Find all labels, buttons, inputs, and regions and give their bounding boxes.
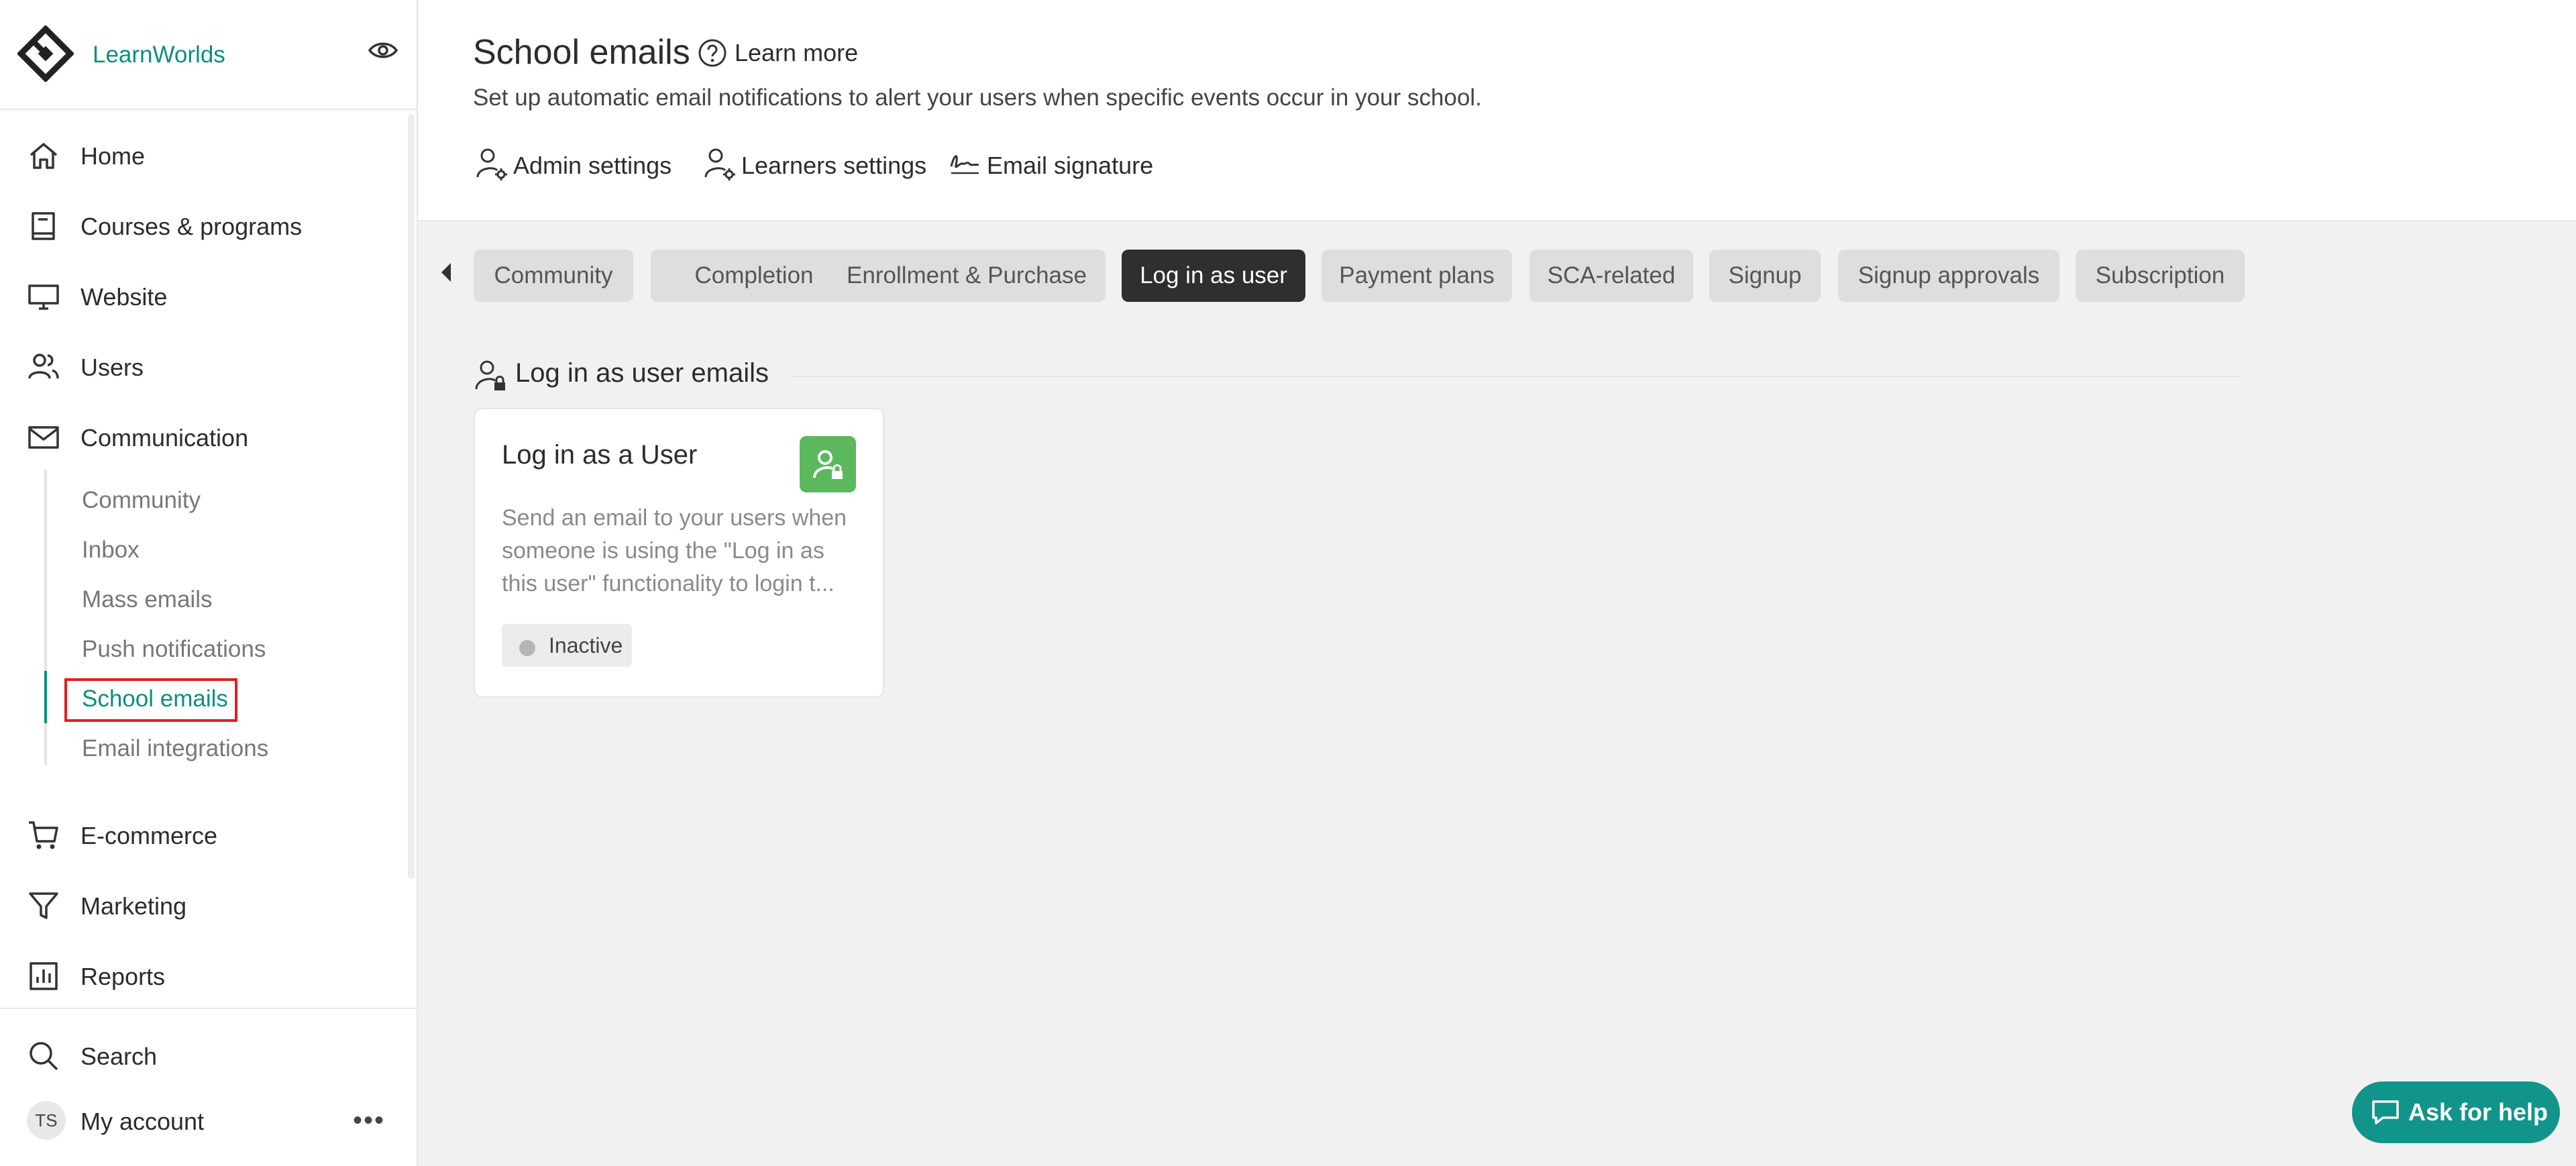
sidebar-my-account[interactable]: My account: [27, 1096, 342, 1143]
section-header: Log in as user emails: [474, 356, 2242, 396]
selection-highlight-box: [64, 678, 237, 722]
status-label: Inactive: [549, 633, 623, 657]
subnav-item-push-notifications[interactable]: Push notifications: [82, 636, 266, 663]
sidebar-item-marketing[interactable]: Marketing: [27, 881, 402, 928]
section-divider: [790, 376, 2242, 377]
subnav-item-email-integrations[interactable]: Email integrations: [82, 735, 268, 762]
tab-community[interactable]: Community: [474, 250, 633, 302]
funnel-icon: [29, 892, 58, 919]
sidebar-item-reports[interactable]: Reports: [27, 951, 402, 998]
page-header: School emails Learn more Set up automati…: [418, 0, 2576, 221]
learners-settings-link[interactable]: Learners settings: [704, 146, 927, 184]
sidebar-item-label: E-commerce: [80, 822, 218, 849]
sidebar-item-label: Marketing: [80, 892, 187, 920]
page-title: School emails: [473, 33, 690, 72]
learnworlds-logo-icon: [17, 25, 74, 82]
sidebar-item-courses[interactable]: Courses & programs: [27, 201, 402, 248]
sidebar-item-label: Communication: [80, 424, 249, 452]
sidebar-item-home[interactable]: Home: [27, 131, 402, 178]
sidebar-item-users[interactable]: Users: [27, 342, 402, 389]
subnav-item-inbox[interactable]: Inbox: [82, 537, 140, 564]
tab-payment-plans[interactable]: Payment plans: [1322, 250, 1512, 302]
sidebar-item-label: My account: [80, 1108, 205, 1135]
user-lock-icon: [475, 360, 505, 390]
chart-icon: [30, 962, 58, 990]
status-badge: Inactive: [502, 624, 632, 667]
card-description: Send an email to your users when someone…: [502, 505, 847, 596]
subnav-item-mass-emails[interactable]: Mass emails: [82, 586, 212, 613]
subnav-item-community[interactable]: Community: [82, 487, 201, 514]
tabs-scroll-left-icon[interactable]: [441, 263, 451, 282]
learners-settings-label: Learners settings: [741, 152, 927, 179]
subnav-active-indicator: [44, 671, 47, 723]
sidebar-item-website[interactable]: Website: [27, 272, 402, 319]
tab-subscription[interactable]: Subscription: [2076, 250, 2245, 302]
admin-settings-link[interactable]: Admin settings: [476, 146, 677, 184]
tab-signup[interactable]: Signup: [1709, 250, 1821, 302]
more-options-icon[interactable]: •••: [353, 1106, 385, 1136]
tab-signup-approvals[interactable]: Signup approvals: [1838, 250, 2059, 302]
card-title: Log in as a User: [502, 440, 698, 470]
learn-more-label: Learn more: [735, 39, 859, 66]
users-icon: [28, 354, 59, 379]
tab-sca-related[interactable]: SCA-related: [1529, 250, 1693, 302]
brand-name: LearnWorlds: [93, 42, 225, 68]
page-subtitle: Set up automatic email notifications to …: [473, 85, 1482, 111]
help-circle-icon: [698, 39, 727, 67]
email-card-log-in-as-user[interactable]: Log in as a User Send an email to your u…: [474, 408, 884, 698]
sidebar-item-ecommerce[interactable]: E-commerce: [27, 810, 402, 857]
ask-for-help-button[interactable]: Ask for help: [2352, 1081, 2560, 1143]
section-title: Log in as user emails: [515, 358, 769, 388]
sidebar-item-label: Home: [80, 142, 146, 170]
sidebar-item-label: Search: [80, 1043, 158, 1070]
ask-for-help-label: Ask for help: [2408, 1098, 2548, 1126]
learn-more-link[interactable]: Learn more: [697, 35, 898, 68]
tab-enrollment-purchase[interactable]: Enrollment & Purchase: [828, 250, 1106, 302]
book-icon: [32, 212, 55, 240]
email-signature-link[interactable]: Email signature: [949, 146, 1164, 184]
sidebar-item-label: Users: [80, 354, 144, 381]
monitor-icon: [28, 284, 59, 310]
sidebar-scrollbar[interactable]: [408, 114, 415, 879]
divider: [0, 1008, 417, 1009]
divider: [0, 109, 417, 110]
email-signature-label: Email signature: [987, 152, 1154, 179]
sidebar-search[interactable]: Search: [27, 1031, 402, 1078]
sidebar: LearnWorlds Home Courses & programs Webs…: [0, 0, 418, 1166]
signature-icon: [950, 155, 979, 174]
user-lock-icon: [813, 450, 843, 479]
sidebar-item-label: Website: [80, 283, 168, 311]
sidebar-item-label: Courses & programs: [80, 213, 303, 240]
card-badge: [800, 436, 856, 492]
eye-icon[interactable]: [368, 39, 398, 62]
tab-log-in-as-user[interactable]: Log in as user: [1122, 250, 1305, 302]
brand[interactable]: LearnWorlds: [17, 25, 398, 86]
status-dot-icon: [519, 640, 535, 656]
home-icon: [30, 143, 58, 169]
mail-icon: [28, 426, 59, 449]
cart-icon: [29, 821, 58, 849]
user-gear-icon: [704, 148, 735, 180]
chat-bubble-icon: [2372, 1100, 2399, 1124]
admin-settings-label: Admin settings: [513, 152, 672, 179]
sidebar-item-communication[interactable]: Communication: [27, 413, 402, 460]
search-icon: [30, 1042, 58, 1071]
sidebar-item-label: Reports: [80, 963, 166, 990]
tab-completion[interactable]: Completion: [651, 250, 857, 302]
user-gear-icon: [476, 148, 507, 180]
